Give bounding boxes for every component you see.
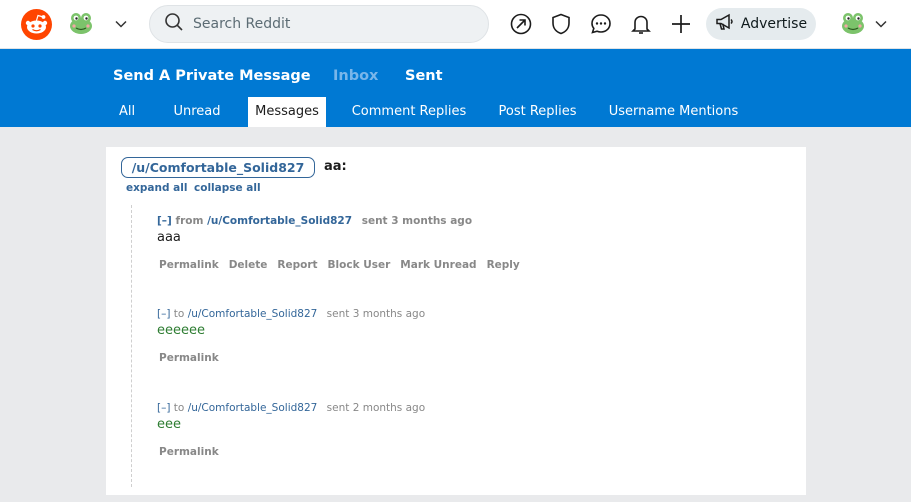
search-bar[interactable]: [149, 5, 489, 43]
message-item: [–] to /u/Comfortable_Solid827 sent 3 mo…: [157, 308, 425, 364]
mark-unread-button[interactable]: Mark Unread: [400, 259, 476, 271]
create-post-icon[interactable]: [669, 12, 693, 36]
delete-button[interactable]: Delete: [229, 259, 268, 271]
search-input[interactable]: [193, 16, 473, 32]
collapse-toggle[interactable]: [–]: [157, 402, 170, 414]
megaphone-icon: [715, 13, 735, 35]
message-item: [–] from /u/Comfortable_Solid827 sent 3 …: [157, 215, 520, 271]
message-tagline: [–] to /u/Comfortable_Solid827 sent 3 mo…: [157, 308, 425, 320]
message-actions: Permalink: [159, 352, 229, 364]
message-recipient-link[interactable]: /u/Comfortable_Solid827: [188, 402, 318, 414]
nav-inbox[interactable]: Inbox: [333, 68, 378, 84]
report-button[interactable]: Report: [277, 259, 317, 271]
permalink-button[interactable]: Permalink: [159, 352, 219, 364]
thread-subject: aa:: [324, 159, 347, 174]
expand-all-link[interactable]: expand all: [126, 182, 187, 194]
advertise-label: Advertise: [740, 16, 808, 32]
chevron-down-icon: [114, 16, 128, 35]
tab-all[interactable]: All: [112, 97, 142, 127]
message-body: eee: [157, 417, 181, 432]
message-actions: Permalink: [159, 446, 229, 458]
frog-avatar-icon: [68, 10, 94, 40]
tab-username-mentions[interactable]: Username Mentions: [607, 97, 740, 127]
message-direction: to: [173, 402, 185, 414]
collapse-toggle[interactable]: [–]: [157, 215, 172, 227]
nav-sent[interactable]: Sent: [405, 68, 443, 84]
tab-unread[interactable]: Unread: [167, 97, 227, 127]
message-direction: from: [175, 215, 204, 227]
chevron-down-icon: [874, 16, 888, 35]
frog-avatar-icon: [840, 10, 866, 40]
message-recipient-link[interactable]: /u/Comfortable_Solid827: [188, 308, 318, 320]
block-user-button[interactable]: Block User: [328, 259, 391, 271]
tab-comment-replies[interactable]: Comment Replies: [349, 97, 469, 127]
popular-icon[interactable]: [509, 12, 533, 36]
message-item: [–] to /u/Comfortable_Solid827 sent 2 mo…: [157, 402, 425, 458]
tab-post-replies[interactable]: Post Replies: [494, 97, 581, 127]
search-icon: [164, 12, 184, 36]
message-thread-panel: /u/Comfortable_Solid827 aa: expand all c…: [106, 147, 806, 495]
message-timestamp: sent 3 months ago: [326, 308, 426, 320]
permalink-button[interactable]: Permalink: [159, 446, 219, 458]
message-direction: to: [173, 308, 185, 320]
reply-button[interactable]: Reply: [487, 259, 520, 271]
nav-send-private-message[interactable]: Send A Private Message: [113, 68, 311, 84]
message-actions: Permalink Delete Report Block User Mark …: [159, 259, 530, 271]
messages-nav-bar: Send A Private Message Inbox Sent All Un…: [0, 49, 911, 127]
top-header: Advertise: [0, 0, 911, 49]
chat-icon[interactable]: [589, 12, 613, 36]
collapse-toggle[interactable]: [–]: [157, 308, 170, 320]
message-body: aaa: [157, 230, 181, 245]
message-author-link[interactable]: /u/Comfortable_Solid827: [207, 215, 352, 227]
message-body: eeeeee: [157, 323, 205, 338]
reddit-logo-icon[interactable]: [21, 9, 52, 40]
community-selector[interactable]: [68, 11, 128, 39]
message-timestamp: sent 3 months ago: [361, 215, 473, 227]
thread-indent-line: [131, 205, 132, 487]
collapse-all-link[interactable]: collapse all: [194, 182, 261, 194]
thread-user-link[interactable]: /u/Comfortable_Solid827: [121, 157, 315, 178]
moderation-icon[interactable]: [549, 12, 573, 36]
user-menu[interactable]: [840, 11, 888, 39]
advertise-button[interactable]: Advertise: [706, 8, 816, 40]
tab-messages[interactable]: Messages: [248, 97, 326, 127]
permalink-button[interactable]: Permalink: [159, 259, 219, 271]
message-timestamp: sent 2 months ago: [326, 402, 426, 414]
notification-icon[interactable]: [629, 12, 653, 36]
message-tagline: [–] from /u/Comfortable_Solid827 sent 3 …: [157, 215, 472, 227]
message-tagline: [–] to /u/Comfortable_Solid827 sent 2 mo…: [157, 402, 425, 414]
